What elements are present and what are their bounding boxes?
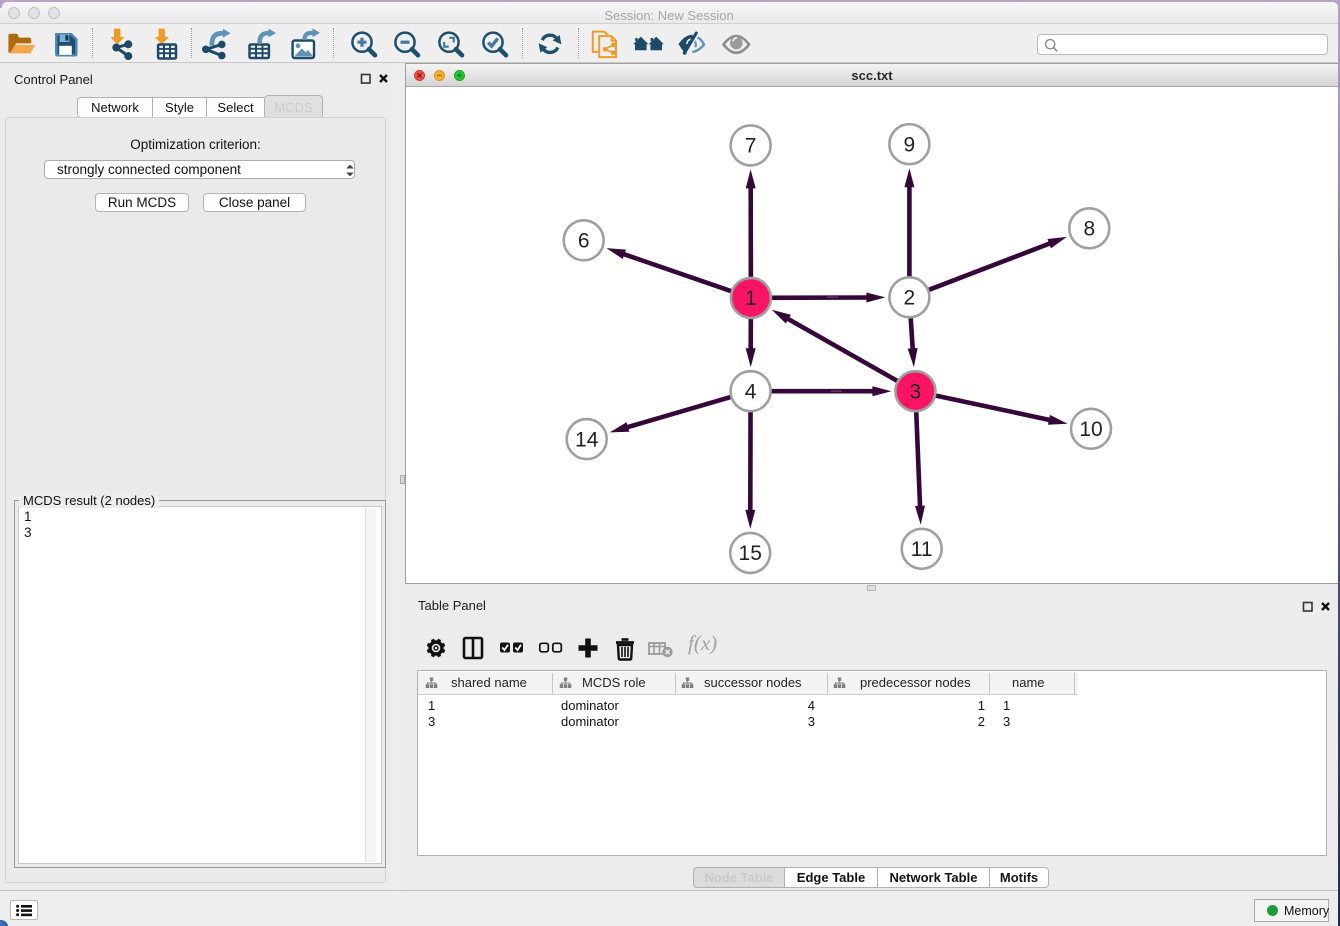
svg-text:8: 8: [1083, 218, 1095, 241]
svg-text:10: 10: [1079, 418, 1102, 441]
svg-text:11: 11: [911, 538, 933, 561]
svg-text:1: 1: [745, 287, 757, 310]
svg-text:6: 6: [578, 230, 590, 253]
svg-text:9: 9: [904, 133, 916, 156]
svg-text:3: 3: [910, 380, 922, 403]
svg-text:15: 15: [739, 542, 762, 565]
svg-text:4: 4: [745, 380, 757, 403]
svg-text:7: 7: [745, 135, 757, 158]
svg-text:14: 14: [575, 428, 599, 451]
svg-text:2: 2: [904, 287, 916, 310]
